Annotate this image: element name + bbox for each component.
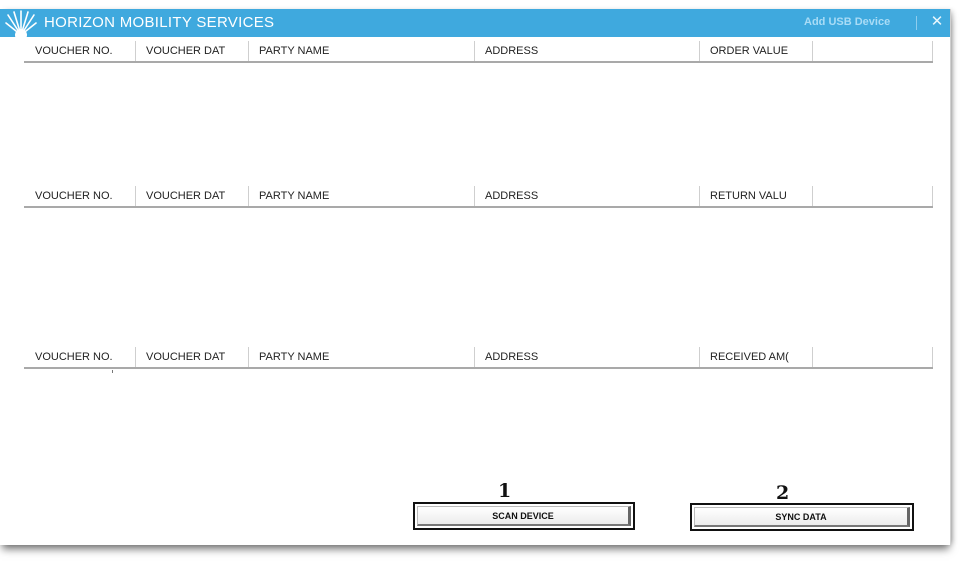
col-address[interactable]: ADDRESS	[475, 41, 700, 61]
col-voucher-date[interactable]: VOUCHER DAT	[136, 347, 249, 367]
sunburst-logo-icon	[5, 10, 37, 37]
scan-device-frame: SCAN DEVICE	[413, 502, 635, 530]
col-received-amount[interactable]: RECEIVED AM(	[700, 347, 813, 367]
col-party-name[interactable]: PARTY NAME	[249, 186, 475, 206]
grid-edge	[932, 41, 933, 61]
col-voucher-no[interactable]: VOUCHER NO.	[24, 347, 136, 367]
col-party-name[interactable]: PARTY NAME	[249, 41, 475, 61]
col-voucher-date[interactable]: VOUCHER DAT	[136, 41, 249, 61]
col-return-value[interactable]: RETURN VALU	[700, 186, 813, 206]
grid-row-tick	[112, 370, 113, 373]
col-party-name[interactable]: PARTY NAME	[249, 347, 475, 367]
grid-edge	[932, 347, 933, 367]
scan-step-marker: 1	[498, 480, 512, 502]
app-window: HORIZON MOBILITY SERVICES Add USB Device…	[0, 9, 951, 545]
sync-data-frame: SYNC DATA	[690, 503, 914, 531]
titlebar-divider	[916, 16, 917, 30]
scan-device-button[interactable]: SCAN DEVICE	[417, 506, 631, 526]
orders-grid-header: VOUCHER NO. VOUCHER DAT PARTY NAME ADDRE…	[24, 41, 933, 63]
col-voucher-no[interactable]: VOUCHER NO.	[24, 41, 136, 61]
col-order-value[interactable]: ORDER VALUE	[700, 41, 813, 61]
col-address[interactable]: ADDRESS	[475, 347, 700, 367]
app-title: HORIZON MOBILITY SERVICES	[44, 14, 275, 31]
col-address[interactable]: ADDRESS	[475, 186, 700, 206]
title-bar: HORIZON MOBILITY SERVICES Add USB Device…	[0, 9, 950, 37]
col-voucher-date[interactable]: VOUCHER DAT	[136, 186, 249, 206]
sync-step-marker: 2	[776, 482, 790, 504]
returns-grid-header: VOUCHER NO. VOUCHER DAT PARTY NAME ADDRE…	[24, 186, 933, 208]
add-usb-device-link[interactable]: Add USB Device	[804, 16, 890, 28]
receipts-grid-header: VOUCHER NO. VOUCHER DAT PARTY NAME ADDRE…	[24, 347, 933, 369]
col-voucher-no[interactable]: VOUCHER NO.	[24, 186, 136, 206]
sync-data-button[interactable]: SYNC DATA	[694, 507, 910, 527]
close-icon[interactable]: ✕	[928, 12, 946, 32]
grid-edge	[932, 186, 933, 206]
